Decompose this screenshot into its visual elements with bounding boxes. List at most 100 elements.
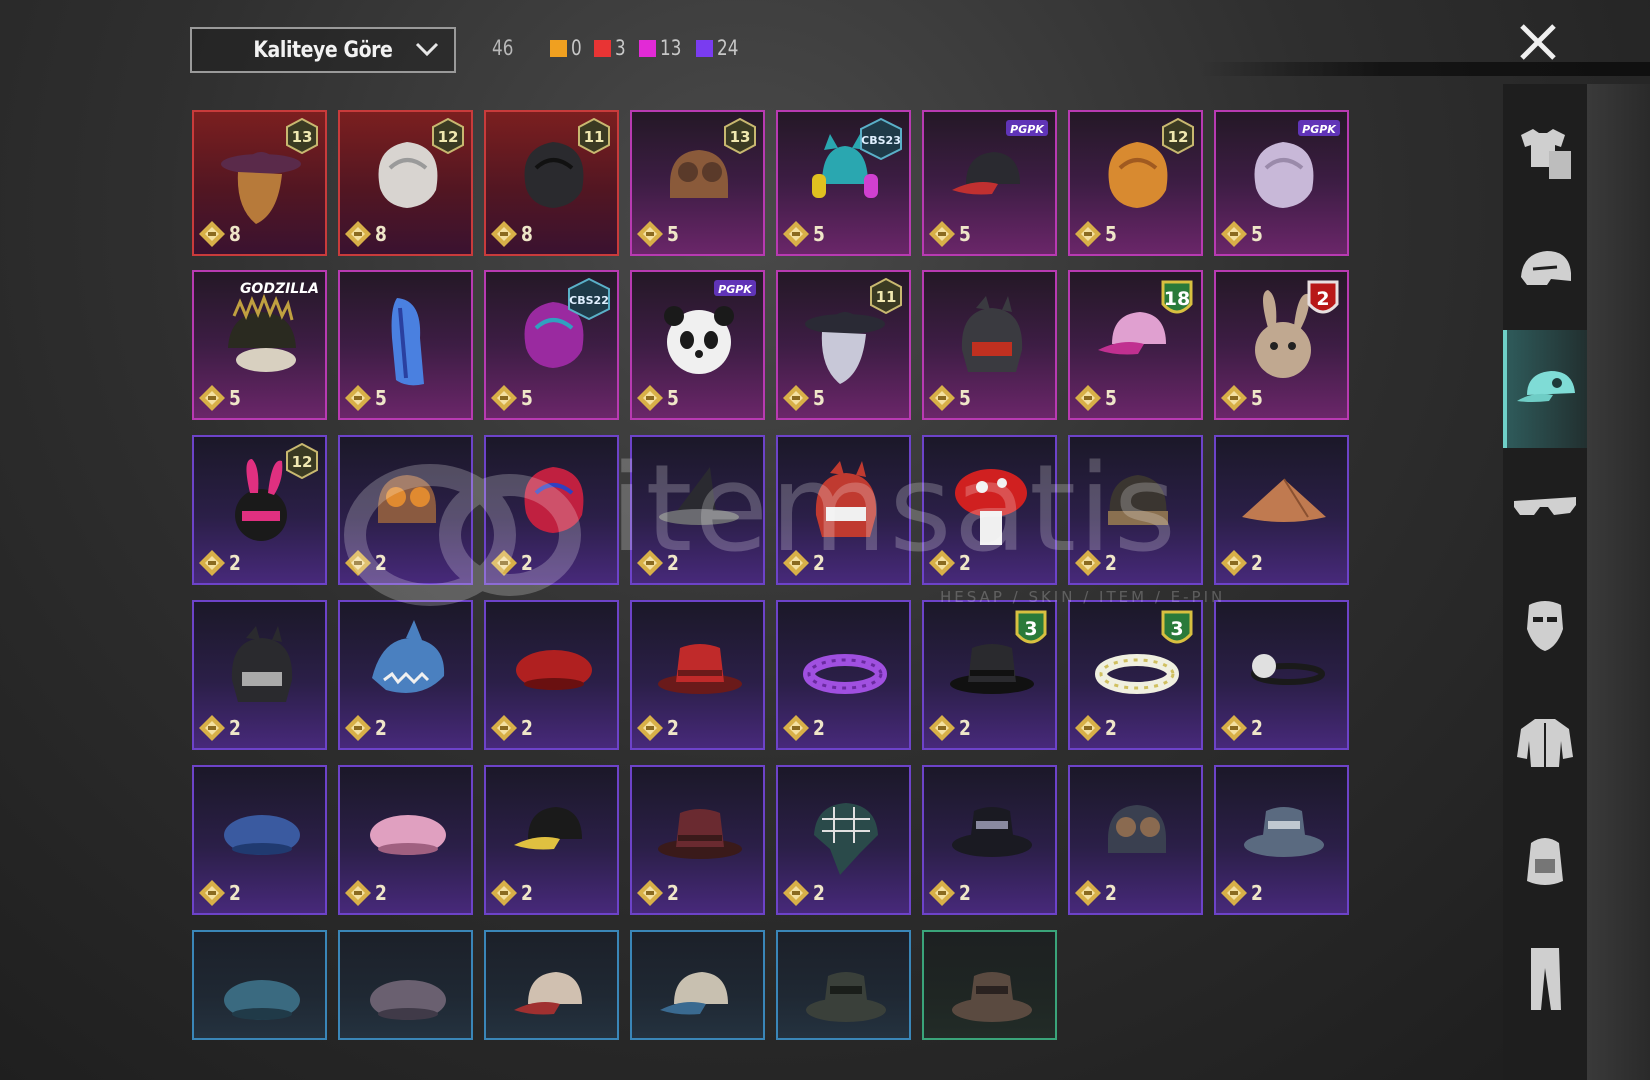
item-image [660,972,728,1015]
item-tile[interactable]: 32 [922,600,1057,750]
level-badge: 12 [286,442,318,480]
item-tile[interactable]: 2 [484,600,619,750]
coin-icon [1221,385,1247,411]
item-tile[interactable]: 12 5 [1068,110,1203,256]
jacket-icon [1517,719,1573,767]
level-badge-text: 13 [730,128,751,146]
item-tile[interactable]: 2 [338,435,473,585]
shield-badge: 3 [1015,610,1047,644]
item-tile[interactable]: 2 [922,765,1057,915]
item-tile[interactable] [922,930,1057,1040]
item-tile[interactable]: 2 [630,435,765,585]
item-tile[interactable]: PGPK 5 [922,110,1057,256]
item-tile[interactable] [630,930,765,1040]
item-price: 2 [782,714,827,742]
sidebar-item-backpack[interactable] [1503,802,1587,920]
item-tile[interactable]: 2 [192,600,327,750]
shield-badge: 2 [1307,280,1339,314]
close-icon[interactable] [1516,20,1560,64]
item-tile[interactable]: 2 [192,765,327,915]
item-tile[interactable]: 2 [1214,765,1349,915]
sidebar-item-outfit[interactable] [1503,94,1587,212]
item-tile[interactable]: 5 [338,270,473,420]
coin-icon [783,880,809,906]
event-tag-text: PGPK [1302,123,1337,136]
item-tile[interactable]: 2 [630,765,765,915]
item-tile[interactable] [192,930,327,1040]
item-tile[interactable]: 2 [922,435,1057,585]
item-tile[interactable]: 2 [338,600,473,750]
legend-count: 13 [659,36,682,60]
item-tile[interactable]: 2 [1068,435,1203,585]
sidebar-item-pants[interactable] [1503,920,1587,1038]
item-price: 2 [636,714,681,742]
level-badge: 11 [578,117,610,155]
chevron-down-icon [415,42,439,57]
price-value: 2 [521,881,533,905]
item-tile[interactable]: 12 8 [338,110,473,256]
coin-icon [637,550,663,576]
item-badge: 13 [285,117,319,158]
item-tile[interactable]: 2 [1068,765,1203,915]
item-tile[interactable]: 2 [484,435,619,585]
shield-badge: 3 [1161,610,1193,644]
item-price: 2 [198,549,243,577]
item-tile[interactable]: GODZILLA 5 [192,270,327,420]
item-price: 2 [198,714,243,742]
item-tile[interactable]: 2 [1214,600,1349,750]
price-value: 2 [1251,551,1263,575]
item-price: 5 [636,220,681,248]
item-tile[interactable] [338,930,473,1040]
item-price: 2 [636,549,681,577]
item-image [1242,478,1326,522]
item-image [228,293,296,372]
item-tile[interactable] [776,930,911,1040]
sort-dropdown[interactable]: Kaliteye Göre [190,27,456,73]
sidebar-item-hat[interactable] [1503,330,1587,448]
sidebar-item-helmet[interactable] [1503,212,1587,330]
price-value: 2 [521,551,533,575]
sidebar-item-glasses[interactable] [1503,448,1587,566]
coin-icon [345,550,371,576]
item-price: 8 [490,220,535,248]
item-tile[interactable]: 11 5 [776,270,911,420]
item-tile[interactable]: 2 [1214,435,1349,585]
coin-icon [1221,715,1247,741]
item-tile[interactable]: 2 [484,765,619,915]
item-image [1108,475,1168,525]
sidebar-item-jacket[interactable] [1503,684,1587,802]
item-tile[interactable]: CBS23 5 [776,110,911,256]
coin-icon [199,221,225,247]
item-tile[interactable]: 2 [338,765,473,915]
item-tile[interactable]: PGPK 5 [630,270,765,420]
item-tile[interactable]: 25 [1214,270,1349,420]
price-value: 2 [375,716,387,740]
item-tile[interactable]: CBS22 5 [484,270,619,420]
item-tile[interactable]: 2 [776,435,911,585]
item-tile[interactable]: 11 8 [484,110,619,256]
sidebar-item-mask[interactable] [1503,566,1587,684]
item-price: 5 [636,384,681,412]
item-tile[interactable]: 32 [1068,600,1203,750]
coin-icon [1221,221,1247,247]
item-tile[interactable]: 18 5 [1068,270,1203,420]
item-price: 5 [1220,384,1265,412]
coin-icon [345,880,371,906]
price-value: 8 [521,222,533,246]
item-tile[interactable]: 2 [776,600,911,750]
item-tile[interactable]: 13 8 [192,110,327,256]
item-tile[interactable]: 2 [630,600,765,750]
item-tile[interactable]: 2 [776,765,911,915]
item-image [378,475,436,523]
pants-icon [1531,948,1561,1010]
item-badge: PGPK [713,278,757,302]
item-tile[interactable]: 12 2 [192,435,327,585]
item-tile[interactable]: 5 [922,270,1057,420]
legend-count: 3 [615,36,627,60]
item-image [524,467,584,533]
item-tile[interactable]: 13 5 [630,110,765,256]
level-badge: 13 [286,117,318,155]
item-tile[interactable]: PGPK 5 [1214,110,1349,256]
item-tile[interactable] [484,930,619,1040]
item-image [806,972,886,1022]
